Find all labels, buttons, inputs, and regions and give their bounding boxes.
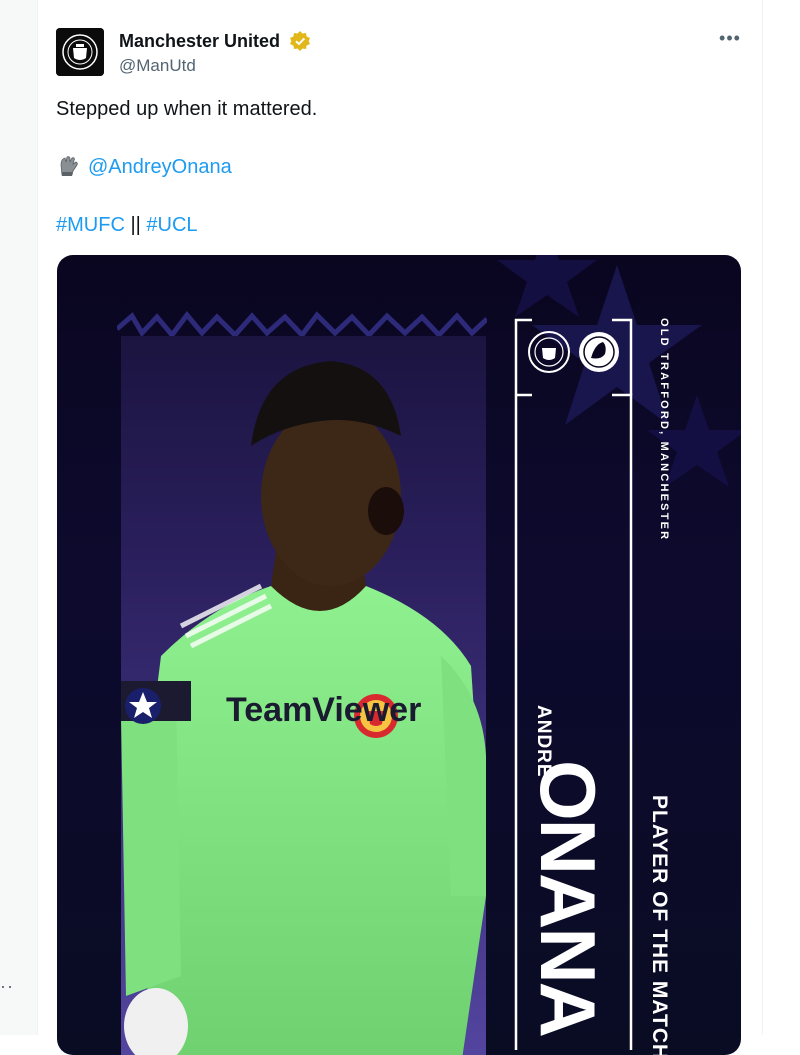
account-name[interactable]: Manchester United [119, 30, 280, 52]
venue-label: OLD TRAFFORD, MANCHESTER [658, 318, 670, 542]
right-border [762, 0, 763, 1035]
goalkeeper-illustration: TeamViewer [121, 361, 486, 1055]
tweet-media-image[interactable]: TeamViewer OLD TRAFFORD, MANCHESTER ANDR… [57, 255, 741, 1055]
manchester-united-crest-icon [528, 331, 570, 373]
mention-line: @AndreyOnana [56, 154, 232, 181]
hashtags: #MUFC || #UCL [56, 212, 198, 238]
hashtag-ucl[interactable]: #UCL [146, 214, 197, 236]
award-label: PLAYER OF THE MATCH [648, 795, 671, 1055]
avatar[interactable] [56, 28, 104, 76]
hashtag-mufc[interactable]: #MUFC [56, 214, 125, 236]
club-crest-icon [56, 28, 104, 76]
verified-badge-icon [290, 31, 310, 51]
account-handle[interactable]: @ManUtd [119, 55, 196, 77]
player-photo: TeamViewer [121, 336, 486, 1055]
tweet-text: Stepped up when it mattered. [56, 98, 318, 120]
left-gutter [0, 0, 38, 1035]
mention-link[interactable]: @AndreyOnana [88, 156, 232, 178]
sponsor-text: TeamViewer [226, 691, 421, 729]
left-more-dots[interactable]: ·· [0, 976, 14, 996]
more-options-button[interactable]: ••• [716, 27, 744, 53]
goalkeeper-glove-icon [60, 155, 78, 176]
player-surname: ONANA [524, 760, 612, 1036]
fc-copenhagen-crest-icon [579, 332, 619, 372]
hashtag-separator: || [130, 214, 141, 236]
